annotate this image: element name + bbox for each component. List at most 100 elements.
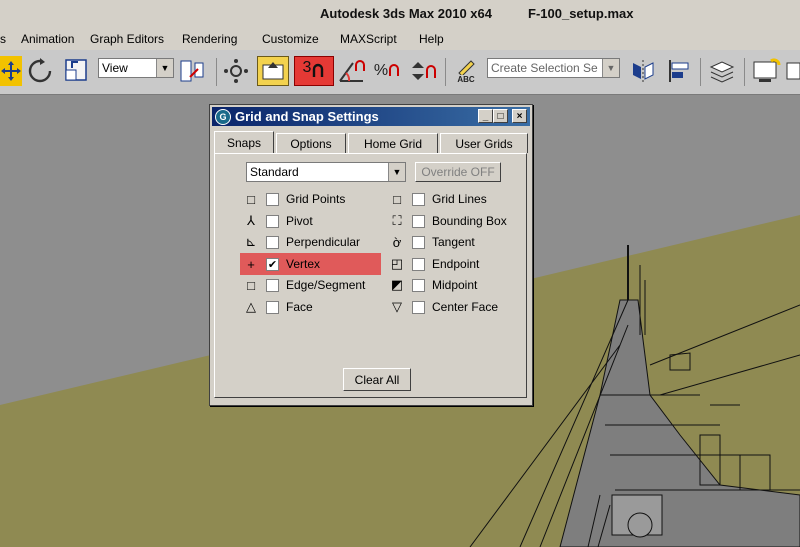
select-manipulate-icon[interactable] (221, 56, 251, 86)
grid-lines-checkbox[interactable] (412, 192, 425, 206)
snap-preset-select[interactable]: Standard ▼ (246, 162, 406, 182)
menu-item-maxscript[interactable]: MAXScript (340, 32, 397, 46)
grid-lines-icon: □ (393, 191, 401, 207)
select-move-icon[interactable] (0, 56, 22, 86)
toolbar-separator (216, 58, 217, 86)
snap-row-bounding-box[interactable]: ⛶ Bounding Box (389, 212, 506, 230)
clear-all-button[interactable]: Clear All (343, 368, 411, 391)
perpendicular-label: Perpendicular (286, 235, 361, 249)
center-face-checkbox[interactable] (412, 300, 425, 314)
maximize-button[interactable]: □ (493, 109, 508, 123)
tab-snaps[interactable]: Snaps (214, 131, 274, 154)
file-name: F-100_setup.max (528, 6, 634, 21)
pivot-icon: ⅄ (247, 213, 255, 228)
face-checkbox[interactable] (266, 300, 279, 314)
menu-item-animation[interactable]: Animation (21, 32, 74, 46)
menu-bar: s Animation Graph Editors Rendering Cust… (0, 28, 800, 51)
perpendicular-checkbox[interactable] (266, 235, 279, 249)
center-face-icon: ▽ (392, 299, 402, 314)
vertex-icon: + (247, 256, 255, 272)
spinner-snap-icon[interactable] (406, 56, 440, 86)
snap-row-midpoint[interactable]: ◩ Midpoint (389, 276, 478, 294)
toolbar-separator (700, 58, 701, 86)
align-icon[interactable] (664, 56, 694, 86)
percent-snap-label: % (373, 62, 389, 79)
keyboard-shortcut-override-icon[interactable] (257, 56, 289, 86)
edit-named-selection-icon[interactable]: ABC (450, 56, 482, 86)
main-toolbar: View ▼ 3 % ABC Create Selection Se ▼ (0, 50, 800, 95)
rendered-frame-icon[interactable] (786, 56, 800, 86)
override-button[interactable]: Override OFF (415, 162, 501, 182)
center-face-label: Center Face (432, 300, 499, 314)
toolbar-separator (744, 58, 745, 86)
edge-segment-label: Edge/Segment (286, 278, 366, 292)
endpoint-checkbox[interactable] (412, 257, 425, 271)
tab-user-grids[interactable]: User Grids (440, 133, 528, 153)
dialog-title-bar[interactable]: G Grid and Snap Settings _ □ × (212, 107, 530, 126)
dialog-title: Grid and Snap Settings (235, 109, 379, 124)
mirror-icon[interactable] (628, 56, 658, 86)
edge-segment-checkbox[interactable] (266, 278, 279, 292)
snaps-toggle-button[interactable]: 3 (294, 56, 334, 86)
named-selection-set-select[interactable]: Create Selection Se ▼ (487, 58, 620, 78)
grid-points-checkbox[interactable] (266, 192, 279, 206)
percent-snap-icon[interactable]: % (372, 56, 402, 86)
scale-icon[interactable] (62, 56, 92, 86)
face-label: Face (286, 300, 313, 314)
bounding-box-checkbox[interactable] (412, 214, 425, 228)
chevron-down-icon: ▼ (388, 163, 405, 181)
magnet-icon (313, 63, 324, 77)
endpoint-icon: ◰ (390, 256, 404, 271)
midpoint-label: Midpoint (432, 278, 478, 292)
menu-item-customize[interactable]: Customize (262, 32, 319, 46)
snap-row-endpoint[interactable]: ◰ Endpoint (389, 255, 480, 273)
menu-item-rendering[interactable]: Rendering (182, 32, 237, 46)
pivot-checkbox[interactable] (266, 214, 279, 228)
window-title-bar: Autodesk 3ds Max 2010 x64 F-100_setup.ma… (0, 0, 800, 28)
bounding-box-icon: ⛶ (392, 213, 402, 228)
angle-snap-icon[interactable] (336, 56, 368, 86)
reference-coordinate-value: View (102, 61, 128, 75)
pivot-center-icon[interactable] (178, 56, 210, 86)
menu-item-truncated[interactable]: s (0, 32, 6, 46)
snap-row-pivot[interactable]: ⅄ Pivot (243, 212, 313, 230)
grid-and-snap-settings-dialog: G Grid and Snap Settings _ □ × Snaps Opt… (209, 104, 533, 406)
snap-row-perpendicular[interactable]: ⊾ Perpendicular (243, 233, 361, 251)
minimize-button[interactable]: _ (478, 109, 493, 123)
app-title: Autodesk 3ds Max 2010 x64 (320, 6, 492, 21)
snap-row-grid-points[interactable]: □ Grid Points (243, 190, 345, 208)
snap-row-center-face[interactable]: ▽ Center Face (389, 298, 498, 316)
snap-preset-value: Standard (250, 165, 299, 179)
grid-points-icon: □ (247, 191, 255, 207)
snap-row-edge-segment[interactable]: □ Edge/Segment (243, 276, 365, 294)
close-button[interactable]: × (512, 109, 527, 123)
reference-coordinate-select[interactable]: View ▼ (98, 58, 174, 78)
face-icon: △ (246, 299, 256, 314)
snap-row-grid-lines[interactable]: □ Grid Lines (389, 190, 487, 208)
snap-row-face[interactable]: △ Face (243, 298, 313, 316)
menu-item-graph-editors[interactable]: Graph Editors (90, 32, 164, 46)
layer-manager-icon[interactable] (706, 56, 738, 86)
snap-row-vertex[interactable]: + ✔ Vertex (243, 255, 320, 273)
snap-row-tangent[interactable]: ờ Tangent (389, 233, 475, 251)
pivot-label: Pivot (286, 214, 313, 228)
3ds-max-app-icon: G (215, 108, 231, 125)
tangent-icon: ờ (392, 234, 402, 250)
vertex-label: Vertex (286, 257, 321, 271)
rotate-icon[interactable] (26, 56, 54, 86)
render-setup-icon[interactable] (750, 56, 782, 86)
grid-points-label: Grid Points (286, 192, 346, 206)
edge-segment-icon: □ (247, 277, 255, 293)
tab-home-grid[interactable]: Home Grid (348, 133, 438, 153)
magnet-icon (389, 64, 400, 76)
toolbar-separator (445, 58, 446, 86)
perpendicular-icon: ⊾ (245, 234, 257, 249)
tangent-checkbox[interactable] (412, 235, 425, 249)
vertex-checkbox[interactable]: ✔ (266, 257, 279, 271)
snap-mode-label: 3 (302, 59, 312, 76)
snaps-panel: Standard ▼ Override OFF □ Grid Points ⅄ … (214, 153, 527, 398)
midpoint-checkbox[interactable] (412, 278, 425, 292)
pencil-icon (458, 59, 475, 75)
tab-options[interactable]: Options (276, 133, 346, 153)
menu-item-help[interactable]: Help (419, 32, 444, 46)
